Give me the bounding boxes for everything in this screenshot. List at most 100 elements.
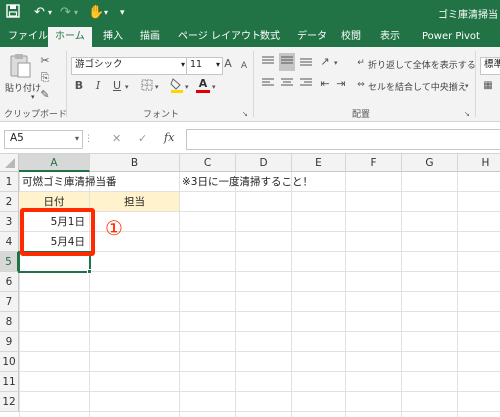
- align-left-icon[interactable]: [260, 77, 276, 93]
- borders-dropdown-icon[interactable]: ▾: [155, 80, 159, 94]
- increase-indent-icon[interactable]: ⇥: [334, 77, 348, 91]
- currency-icon[interactable]: ▦: [480, 79, 496, 93]
- formula-input[interactable]: [186, 129, 500, 150]
- align-right-icon[interactable]: [298, 77, 314, 93]
- column-header-d[interactable]: D: [236, 154, 292, 172]
- column-header-c[interactable]: C: [180, 154, 236, 172]
- align-middle-icon[interactable]: [279, 53, 295, 71]
- column-header-b[interactable]: B: [90, 154, 180, 172]
- merge-center-icon[interactable]: ⇔: [355, 78, 367, 92]
- fill-handle[interactable]: [87, 269, 92, 274]
- align-bottom-icon[interactable]: [298, 55, 314, 71]
- borders-icon[interactable]: [140, 79, 154, 95]
- tab-page-layout[interactable]: ページ レイアウト: [178, 26, 261, 47]
- column-header-a[interactable]: A: [19, 154, 90, 172]
- redo-icon[interactable]: ↷: [60, 4, 71, 22]
- row-header-10[interactable]: 10: [0, 352, 19, 372]
- row-header-3[interactable]: 3: [0, 212, 19, 232]
- cell-c1[interactable]: ※3日に一度清掃すること！: [182, 172, 313, 192]
- customize-icon[interactable]: ▾: [120, 4, 125, 22]
- copy-icon[interactable]: ⎘: [38, 71, 52, 85]
- align-top-icon[interactable]: [260, 55, 276, 71]
- cell-b2[interactable]: 担当: [90, 192, 180, 212]
- cancel-icon[interactable]: ✕: [112, 132, 121, 146]
- merge-dropdown-icon[interactable]: ▾: [465, 79, 469, 93]
- font-dialog-launcher[interactable]: ↘: [242, 107, 248, 121]
- ribbon-tabs: ファイル ホーム 挿入 描画 ページ レイアウト 数式 データ 校閲 表示 Po…: [0, 26, 500, 47]
- tab-view[interactable]: 表示: [380, 26, 400, 47]
- name-box-value: A5: [10, 132, 24, 144]
- paste-label: 貼り付け: [5, 84, 42, 94]
- tab-data[interactable]: データ: [297, 26, 327, 47]
- gridline: [235, 172, 236, 417]
- underline-button[interactable]: U: [111, 79, 123, 93]
- name-box-dropdown-icon[interactable]: ▾: [75, 131, 79, 146]
- alignment-dialog-launcher[interactable]: ↘: [464, 107, 470, 121]
- tab-file[interactable]: ファイル: [8, 26, 48, 47]
- row-header-9[interactable]: 9: [0, 332, 19, 352]
- font-name-select[interactable]: 游ゴシック ▾: [71, 57, 188, 75]
- touch-mode-icon[interactable]: ✋: [88, 4, 104, 22]
- font-name-dropdown-icon[interactable]: ▾: [181, 58, 185, 72]
- tab-formulas[interactable]: 数式: [260, 26, 280, 47]
- gridline: [291, 172, 292, 417]
- redo-dropdown-icon[interactable]: ▾: [74, 4, 78, 22]
- format-painter-icon[interactable]: ✎: [38, 88, 52, 102]
- font-color-icon[interactable]: A: [196, 77, 210, 93]
- row-header-5[interactable]: 5: [0, 252, 19, 272]
- undo-icon[interactable]: ↶: [34, 4, 45, 22]
- row-header-6[interactable]: 6: [0, 272, 19, 292]
- paste-dropdown-icon[interactable]: ▾: [31, 93, 35, 101]
- row-header-11[interactable]: 11: [0, 372, 19, 392]
- column-header-h[interactable]: H: [458, 154, 500, 172]
- touch-dropdown-icon[interactable]: ▾: [104, 4, 108, 22]
- column-header-f[interactable]: F: [346, 154, 402, 172]
- underline-dropdown-icon[interactable]: ▾: [125, 80, 129, 94]
- font-size-select[interactable]: 11 ▾: [186, 57, 223, 75]
- merge-center-button[interactable]: セルを結合して中央揃え: [368, 80, 467, 93]
- fill-color-dropdown-icon[interactable]: ▾: [185, 80, 189, 94]
- grow-font-icon[interactable]: A: [222, 57, 234, 71]
- row-header-8[interactable]: 8: [0, 312, 19, 332]
- orientation-dropdown-icon[interactable]: ▾: [334, 56, 338, 70]
- row-header-2[interactable]: 2: [0, 192, 19, 212]
- annotation-marker: ①: [105, 216, 123, 240]
- ribbon-divider: [253, 51, 254, 117]
- formula-bar: A5 ▾ ⋮ ✕ ✓ fx: [0, 122, 500, 154]
- clipboard-group-label: クリップボード: [4, 110, 68, 120]
- column-header-e[interactable]: E: [292, 154, 346, 172]
- decrease-indent-icon[interactable]: ⇤: [318, 77, 332, 91]
- row-header-4[interactable]: 4: [0, 232, 19, 252]
- font-color-dropdown-icon[interactable]: ▾: [212, 80, 216, 94]
- enter-icon[interactable]: ✓: [138, 132, 147, 146]
- row-header-12[interactable]: 12: [0, 392, 19, 412]
- align-center-icon[interactable]: [279, 77, 295, 93]
- number-format-select[interactable]: 標準: [480, 57, 500, 75]
- spreadsheet-grid: A B C D E F G H 1 2 3 4 5 6 7 8 9 10 11 …: [0, 154, 500, 417]
- tab-review[interactable]: 校閲: [341, 26, 361, 47]
- tab-home[interactable]: ホーム: [48, 27, 92, 47]
- select-all-corner[interactable]: [0, 154, 19, 172]
- tab-draw[interactable]: 描画: [140, 26, 160, 47]
- bold-button[interactable]: B: [73, 79, 85, 93]
- shrink-font-icon[interactable]: A: [238, 59, 250, 73]
- orientation-icon[interactable]: ↗: [318, 55, 332, 69]
- cell-a1[interactable]: 可燃ゴミ庫清掃当番: [22, 172, 117, 192]
- font-size-dropdown-icon[interactable]: ▾: [216, 58, 220, 72]
- cut-icon[interactable]: ✂: [38, 54, 52, 68]
- italic-button[interactable]: I: [92, 79, 104, 93]
- wrap-text-button[interactable]: 折り返して全体を表示する: [368, 58, 476, 71]
- tab-power-pivot[interactable]: Power Pivot: [422, 26, 480, 47]
- wrap-text-icon[interactable]: ↵: [355, 56, 367, 70]
- tab-insert[interactable]: 挿入: [103, 26, 123, 47]
- insert-function-icon[interactable]: fx: [164, 131, 174, 145]
- column-header-g[interactable]: G: [402, 154, 458, 172]
- row-header-1[interactable]: 1: [0, 172, 19, 192]
- paste-button[interactable]: [8, 53, 32, 79]
- undo-dropdown-icon[interactable]: ▾: [48, 4, 52, 22]
- row-header-7[interactable]: 7: [0, 292, 19, 312]
- font-name-value: 游ゴシック: [75, 59, 123, 70]
- fill-color-icon[interactable]: [170, 77, 184, 97]
- save-icon[interactable]: [6, 4, 20, 24]
- name-box[interactable]: A5 ▾: [4, 130, 83, 149]
